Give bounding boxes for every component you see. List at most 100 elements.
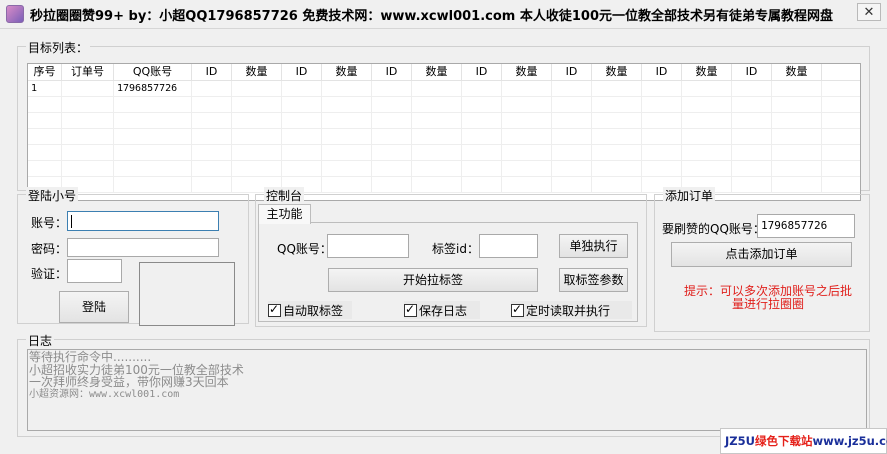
add-order-qq-input[interactable]: 1796857726 <box>757 214 855 238</box>
save-log-checkbox[interactable]: 保存日志 <box>404 301 480 319</box>
table-cell <box>28 129 62 144</box>
table-cell <box>322 97 372 112</box>
column-header[interactable]: 数量 <box>502 64 552 80</box>
table-row[interactable] <box>28 113 860 129</box>
table-cell <box>232 81 282 96</box>
column-header[interactable]: ID <box>642 64 682 80</box>
column-header[interactable]: 数量 <box>322 64 372 80</box>
table-cell <box>732 161 772 176</box>
table-cell <box>28 145 62 160</box>
close-icon: ✕ <box>863 4 875 20</box>
table-cell <box>282 97 322 112</box>
table-cell <box>502 113 552 128</box>
checkbox-checked-icon <box>511 302 524 317</box>
table-row[interactable]: 1 1796857726 <box>28 81 860 97</box>
table-cell <box>552 177 592 192</box>
watermark-brand: JZ5U <box>725 434 755 448</box>
column-header[interactable]: ID <box>192 64 232 80</box>
close-button[interactable]: ✕ <box>857 3 881 21</box>
watermark-url: www.jz5u.com <box>812 434 887 448</box>
log-textarea[interactable]: 等待执行命令中.......... 小超招收实力徒弟100元一位教全部技术 一次… <box>27 349 867 431</box>
add-order-button[interactable]: 点击添加订单 <box>671 242 852 267</box>
column-header[interactable]: ID <box>462 64 502 80</box>
table-header: 序号 订单号 QQ账号 ID 数量 ID 数量 ID 数量 ID 数量 ID 数量 ID 数量 ID 数量 <box>28 64 860 81</box>
table-cell <box>62 129 114 144</box>
table-cell <box>502 177 552 192</box>
console-qq-input[interactable] <box>327 234 409 258</box>
target-list-table[interactable]: 序号 订单号 QQ账号 ID 数量 ID 数量 ID 数量 ID 数量 ID 数量 ID 数量 ID 数量 11… <box>27 63 861 201</box>
tip-line-2: 量进行拉圈圈 <box>731 297 804 311</box>
table-cell <box>592 81 642 96</box>
captcha-image[interactable] <box>139 262 235 326</box>
checkbox-checked-icon <box>268 302 281 317</box>
password-input[interactable] <box>67 238 219 257</box>
add-order-group-label: 添加订单 <box>663 187 716 204</box>
table-cell <box>502 145 552 160</box>
table-cell <box>682 81 732 96</box>
table-cell <box>232 97 282 112</box>
tag-id-label: 标签id： <box>432 242 479 256</box>
log-line: 等待执行命令中.......... <box>29 350 152 364</box>
table-cell <box>642 145 682 160</box>
column-header[interactable]: ID <box>552 64 592 80</box>
table-cell <box>322 113 372 128</box>
table-cell <box>552 97 592 112</box>
column-header[interactable]: 数量 <box>592 64 642 80</box>
tab-main-function[interactable]: 主功能 <box>258 204 311 224</box>
column-header[interactable]: 数量 <box>232 64 282 80</box>
column-header[interactable]: 数量 <box>772 64 822 80</box>
table-cell <box>682 97 732 112</box>
table-cell <box>62 81 114 96</box>
table-cell <box>592 129 642 144</box>
column-header[interactable]: 订单号 <box>62 64 114 80</box>
table-cell <box>232 129 282 144</box>
table-row[interactable] <box>28 97 860 113</box>
watermark-badge: JZ5U绿色下载站www.jz5u.com <box>720 428 887 454</box>
fetch-tag-params-button[interactable]: 取标签参数 <box>559 268 628 292</box>
login-button[interactable]: 登陆 <box>59 291 129 323</box>
table-cell <box>282 129 322 144</box>
table-cell <box>462 145 502 160</box>
log-line: 小超资源网：www.xcwl001.com <box>29 388 180 400</box>
table-cell <box>412 145 462 160</box>
column-header[interactable]: ID <box>282 64 322 80</box>
tag-id-input[interactable] <box>479 234 538 258</box>
column-header[interactable]: 数量 <box>412 64 462 80</box>
column-header[interactable]: ID <box>732 64 772 80</box>
table-cell <box>114 161 192 176</box>
table-cell <box>502 161 552 176</box>
start-tag-button[interactable]: 开始拉标签 <box>328 268 538 292</box>
column-header[interactable]: QQ账号 <box>114 64 192 80</box>
console-qq-label: QQ账号： <box>277 242 332 256</box>
table-row[interactable] <box>28 129 860 145</box>
captcha-input[interactable] <box>67 259 122 283</box>
table-cell <box>772 177 822 192</box>
column-header[interactable]: ID <box>372 64 412 80</box>
table-row[interactable] <box>28 177 860 193</box>
table-cell <box>192 145 232 160</box>
account-input[interactable] <box>67 211 219 231</box>
timed-read-run-checkbox[interactable]: 定时读取并执行 <box>511 301 632 319</box>
table-cell <box>322 145 372 160</box>
table-cell <box>412 81 462 96</box>
table-cell <box>28 161 62 176</box>
table-cell <box>62 161 114 176</box>
login-group-label: 登陆小号 <box>26 187 79 204</box>
table-cell <box>412 97 462 112</box>
table-cell: 1 <box>28 81 62 96</box>
captcha-label: 验证： <box>31 267 68 281</box>
auto-fetch-tag-checkbox[interactable]: 自动取标签 <box>268 301 352 319</box>
add-order-tip: 提示：可以多次添加账号之后批 量进行拉圈圈 <box>682 285 854 311</box>
table-cell <box>192 97 232 112</box>
table-row[interactable] <box>28 161 860 177</box>
table-cell <box>412 161 462 176</box>
single-run-button[interactable]: 单独执行 <box>559 234 628 258</box>
table-cell <box>232 113 282 128</box>
table-cell <box>62 97 114 112</box>
table-cell <box>462 161 502 176</box>
table-row[interactable] <box>28 145 860 161</box>
table-cell <box>372 129 412 144</box>
column-header[interactable]: 数量 <box>682 64 732 80</box>
column-header[interactable]: 序号 <box>28 64 62 80</box>
table-cell <box>502 129 552 144</box>
